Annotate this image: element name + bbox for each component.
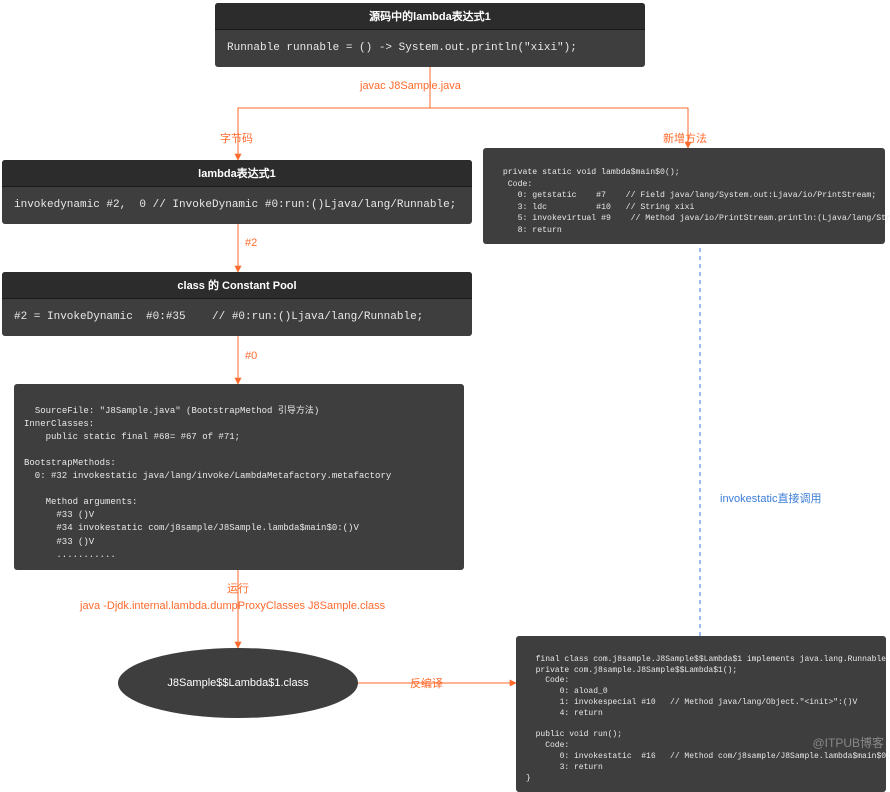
node-constpool: class 的 Constant Pool #2 = InvokeDynamic… bbox=[2, 272, 472, 336]
node-bytecode-title: lambda表达式1 bbox=[2, 160, 472, 187]
node-decompiled-code: final class com.j8sample.J8Sample$$Lambd… bbox=[526, 655, 890, 783]
node-bytecode: lambda表达式1 invokedynamic #2, 0 // Invoke… bbox=[2, 160, 472, 224]
node-bootstrap-code: SourceFile: "J8Sample.java" (BootstrapMe… bbox=[24, 406, 391, 560]
edge-ref2: #2 bbox=[245, 237, 257, 249]
node-constpool-code: #2 = InvokeDynamic #0:#35 // #0:run:()Lj… bbox=[2, 299, 472, 336]
edge-run-cmd: java -Djdk.internal.lambda.dumpProxyClas… bbox=[80, 600, 385, 612]
watermark: @ITPUB博客 bbox=[812, 734, 884, 751]
edge-invokestatic: invokestatic直接调用 bbox=[720, 490, 821, 506]
node-source: 源码中的lambda表达式1 Runnable runnable = () ->… bbox=[215, 3, 645, 67]
node-constpool-title: class 的 Constant Pool bbox=[2, 272, 472, 299]
node-proxyclass-label: J8Sample$$Lambda$1.class bbox=[167, 677, 308, 689]
node-bytecode-code: invokedynamic #2, 0 // InvokeDynamic #0:… bbox=[2, 187, 472, 224]
edge-run-lbl: 运行 bbox=[227, 580, 249, 596]
node-newmethod-code: private static void lambda$main$0(); Cod… bbox=[493, 168, 890, 234]
node-bootstrap: SourceFile: "J8Sample.java" (BootstrapMe… bbox=[14, 384, 464, 570]
edge-decompile: 反编译 bbox=[410, 675, 443, 691]
node-source-code: Runnable runnable = () -> System.out.pri… bbox=[215, 30, 645, 67]
node-decompiled: final class com.j8sample.J8Sample$$Lambd… bbox=[516, 636, 886, 792]
node-newmethod: private static void lambda$main$0(); Cod… bbox=[483, 148, 885, 244]
edge-bytecode: 字节码 bbox=[220, 130, 253, 146]
edge-javac: javac J8Sample.java bbox=[360, 80, 461, 92]
node-proxyclass: J8Sample$$Lambda$1.class bbox=[118, 648, 358, 718]
edge-ref0: #0 bbox=[245, 350, 257, 362]
node-source-title: 源码中的lambda表达式1 bbox=[215, 3, 645, 30]
edge-newmethod: 新增方法 bbox=[663, 130, 707, 146]
